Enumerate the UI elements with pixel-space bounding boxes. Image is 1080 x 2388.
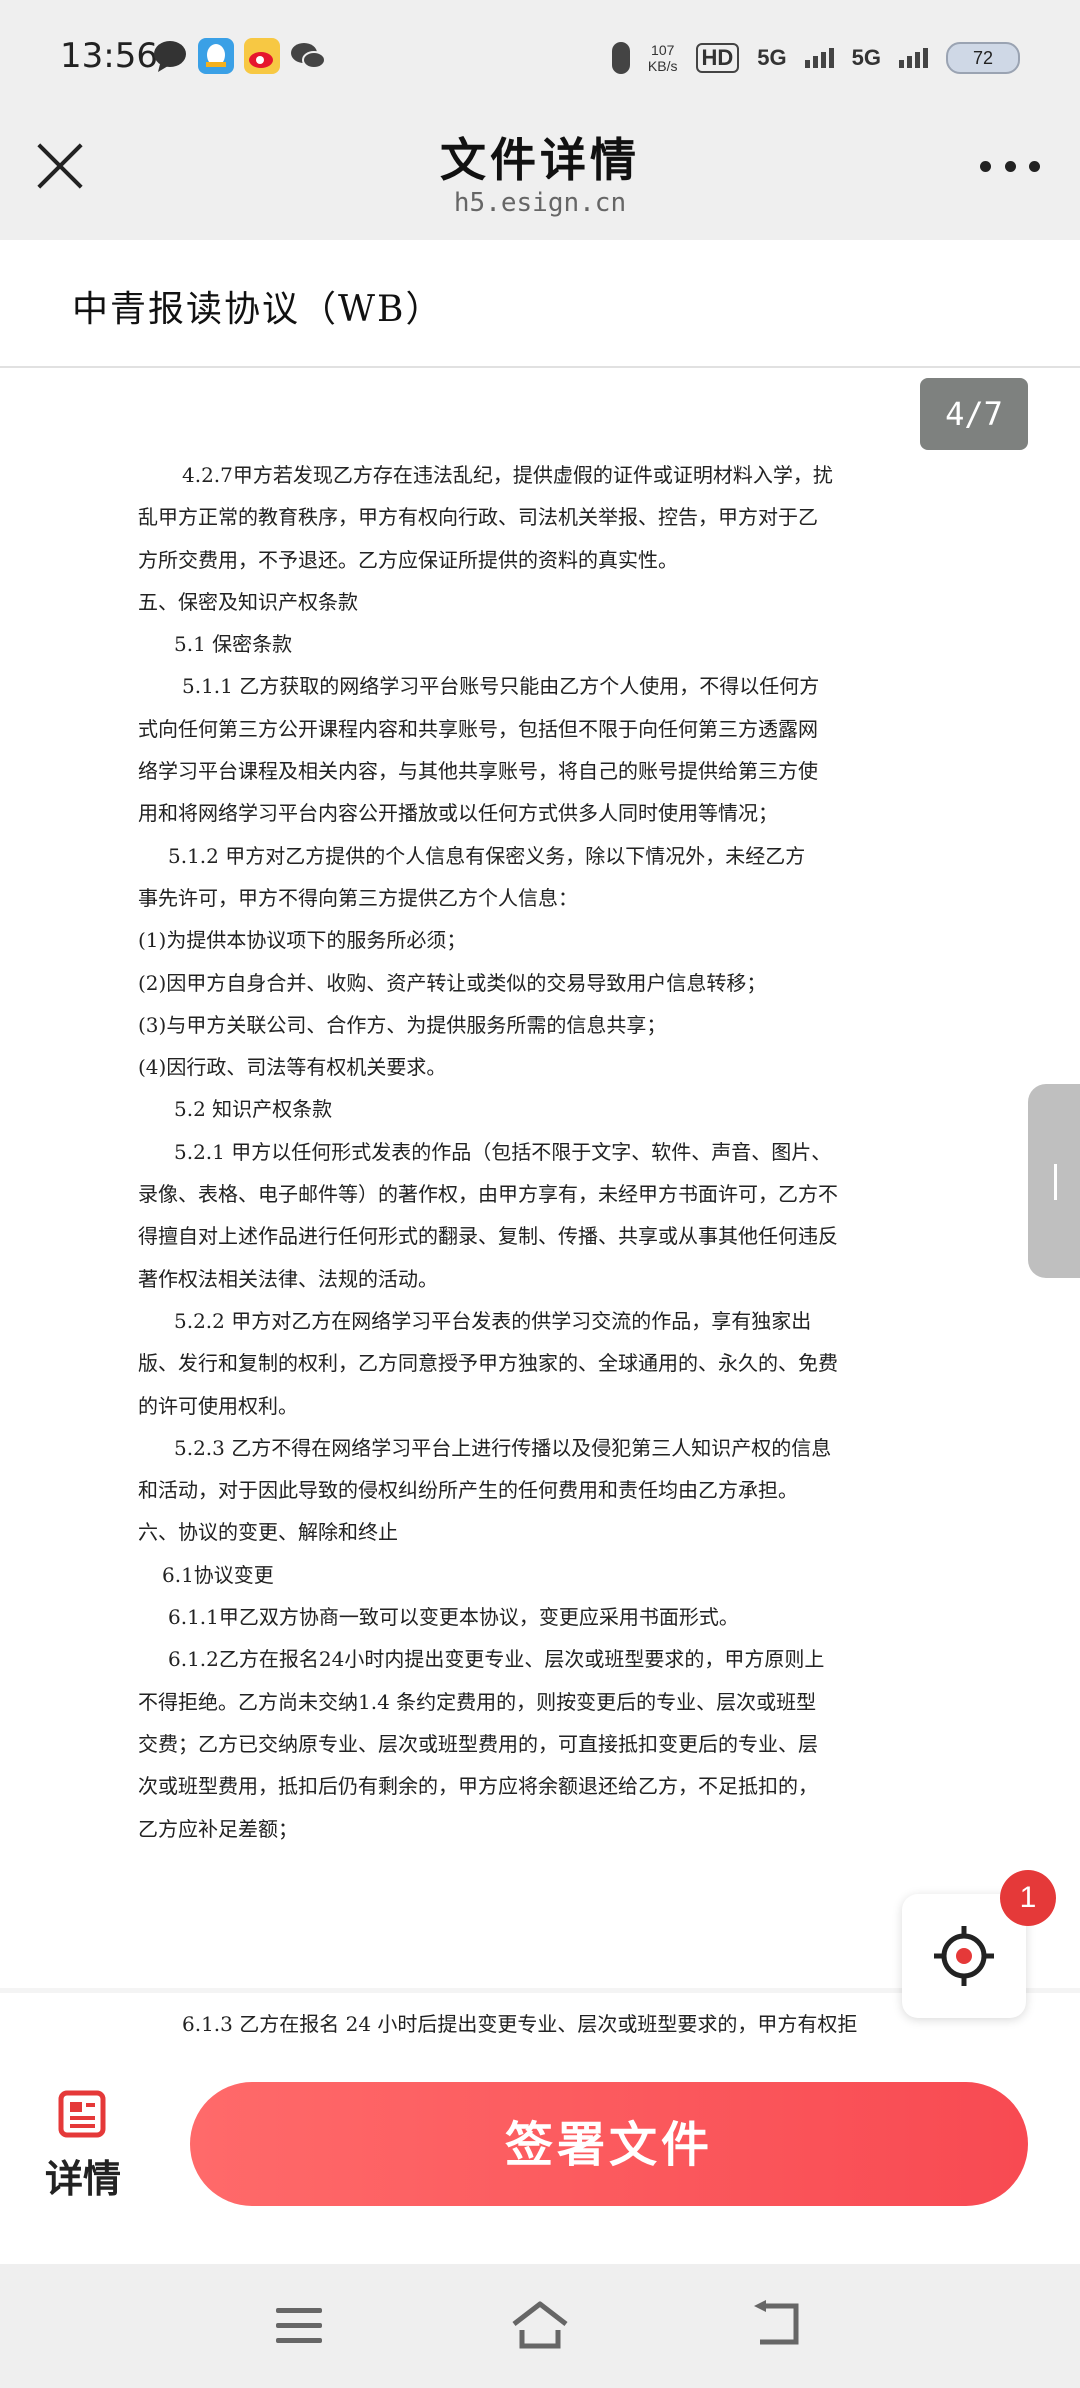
document-name: 中青报读协议（WB） bbox=[72, 289, 444, 330]
document-line: 6.1.3 乙方在报名 24 小时后提出变更专业、层次或班型要求的，甲方有权拒 bbox=[182, 2012, 858, 2036]
sim1-label: 5G bbox=[757, 45, 787, 70]
document-viewer[interactable]: 4.2.7甲方若发现乙方存在违法乱纪，提供虚假的证件或证明材料入学，扰乱甲方正常… bbox=[0, 368, 1080, 2050]
sign-document-button[interactable]: 签署文件 bbox=[190, 2082, 1028, 2206]
crosshair-icon bbox=[934, 1926, 994, 1986]
wechat-icon bbox=[288, 36, 328, 76]
document-line: 5.1.1 乙方获取的网络学习平台账号只能由乙方个人使用，不得以任何方 bbox=[182, 674, 820, 699]
action-bar: 详情 签署文件 bbox=[0, 2050, 1080, 2264]
document-line: (3)与甲方关联公司、合作方、为提供服务所需的信息共享； bbox=[138, 1012, 667, 1037]
sim2-label: 5G bbox=[851, 45, 881, 70]
document-line: 5.1.2 甲方对乙方提供的个人信息有保密义务，除以下情况外，未经乙方 bbox=[168, 843, 806, 868]
document-line: 方所交费用，不予退还。乙方应保证所提供的资料的真实性。 bbox=[138, 547, 678, 572]
network-speed-unit: KB/s bbox=[647, 58, 678, 74]
document-line: (2)因甲方自身合并、收购、资产转让或类似的交易导致用户信息转移； bbox=[138, 970, 767, 995]
menu-icon[interactable] bbox=[276, 2308, 322, 2344]
document-line: 5.2 知识产权条款 bbox=[174, 1097, 333, 1122]
document-line: 得擅自对上述作品进行任何形式的翻录、复制、传播、共享或从事其他任何违反 bbox=[138, 1224, 838, 1249]
document-line: 和活动，对于因此导致的侵权纠纷所产生的任何费用和责任均由乙方承担。 bbox=[138, 1478, 798, 1503]
document-line: 5.2.3 乙方不得在网络学习平台上进行传播以及侵犯第三人知识产权的信息 bbox=[174, 1435, 832, 1460]
document-line: 4.2.7甲方若发现乙方存在违法乱纪，提供虚假的证件或证明材料入学，扰 bbox=[182, 463, 833, 487]
document-page: 4.2.7甲方若发现乙方存在违法乱纪，提供虚假的证件或证明材料入学，扰乱甲方正常… bbox=[0, 368, 1080, 1988]
notification-badge: 1 bbox=[1000, 1870, 1056, 1926]
document-line: 不得拒绝。乙方尚未交纳1.4 条约定费用的，则按变更后的专业、层次或班型 bbox=[138, 1689, 817, 1714]
document-name-bar: 中青报读协议（WB） bbox=[0, 240, 1080, 368]
detail-button[interactable]: 详情 bbox=[38, 2090, 128, 2210]
battery-icon: 72 bbox=[946, 42, 1020, 74]
system-nav-bar bbox=[0, 2264, 1080, 2388]
qq-icon bbox=[196, 36, 236, 76]
document-line: 5.1 保密条款 bbox=[174, 632, 293, 657]
document-line: 络学习平台课程及相关内容，与其他共享账号，将自己的账号提供给第三方使 bbox=[138, 759, 818, 784]
home-icon[interactable] bbox=[510, 2298, 570, 2352]
document-line: 式向任何第三方公开课程内容和共享账号，包括但不限于向任何第三方透露网 bbox=[138, 716, 818, 741]
document-line: 乙方应补足差额； bbox=[138, 1816, 298, 1841]
document-next-text: 6.1.3 乙方在报名 24 小时后提出变更专业、层次或班型要求的，甲方有权拒 bbox=[138, 2003, 910, 2045]
page-title: 文件详情 bbox=[440, 133, 640, 187]
page-indicator: 4/7 bbox=[920, 378, 1028, 450]
document-line: 版、发行和复制的权利，乙方同意授予甲方独家的、全球通用的、永久的、免费 bbox=[138, 1351, 838, 1376]
microphone-icon bbox=[611, 42, 630, 74]
document-line: 5.2.1 甲方以任何形式发表的作品（包括不限于文字、软件、声音、图片、 bbox=[174, 1139, 832, 1164]
back-icon[interactable] bbox=[752, 2300, 806, 2350]
weibo-icon bbox=[242, 36, 282, 76]
document-line: 交费；乙方已交纳原专业、层次或班型费用的，可直接抵扣变更后的专业、层 bbox=[138, 1731, 818, 1756]
status-bar: 13:56 107 KB/s HD 5G 5G 72 bbox=[0, 0, 1080, 118]
hd-icon: HD bbox=[695, 43, 740, 73]
page-url: h5.esign.cn bbox=[453, 188, 627, 218]
status-right-group: 107 KB/s HD 5G 5G 72 bbox=[611, 34, 1020, 82]
document-line: 次或班型费用，抵扣后仍有剩余的，甲方应将余额退还给乙方，不足抵扣的， bbox=[138, 1774, 818, 1799]
document-line: 乱甲方正常的教育秩序，甲方有权向行政、司法机关举报、控告，甲方对于乙 bbox=[138, 505, 818, 530]
document-line: 著作权法相关法律、法规的活动。 bbox=[138, 1266, 438, 1291]
side-drawer-handle[interactable] bbox=[1028, 1084, 1080, 1278]
status-time: 13:56 bbox=[60, 36, 158, 76]
document-text: 4.2.7甲方若发现乙方存在违法乱纪，提供虚假的证件或证明材料入学，扰乱甲方正常… bbox=[138, 454, 910, 1850]
document-line: 六、协议的变更、解除和终止 bbox=[138, 1520, 398, 1545]
document-line: 6.1.2乙方在报名24小时内提出变更专业、层次或班型要求的，甲方原则上 bbox=[168, 1647, 825, 1672]
title-bar: 文件详情 h5.esign.cn bbox=[0, 118, 1080, 240]
document-line: 6.1.1甲乙双方协商一致可以变更本协议，变更应采用书面形式。 bbox=[168, 1605, 739, 1630]
document-line: 的许可使用权利。 bbox=[138, 1393, 298, 1418]
document-line: (4)因行政、司法等有权机关要求。 bbox=[138, 1055, 447, 1080]
document-line: 事先许可，甲方不得向第三方提供乙方个人信息： bbox=[138, 885, 578, 910]
document-line: 五、保密及知识产权条款 bbox=[138, 589, 358, 614]
network-speed-value: 107 bbox=[651, 42, 675, 58]
document-detail-icon bbox=[58, 2090, 106, 2138]
chat-bubble-icon bbox=[150, 36, 190, 76]
document-line: 5.2.2 甲方对乙方在网络学习平台发表的供学习交流的作品，享有独家出 bbox=[174, 1308, 812, 1333]
signal-icon bbox=[899, 48, 928, 68]
document-line: 6.1协议变更 bbox=[162, 1562, 274, 1587]
more-options-icon[interactable] bbox=[980, 156, 1040, 176]
document-line: 用和将网络学习平台内容公开播放或以任何方式供多人同时使用等情况； bbox=[138, 801, 778, 826]
document-line: 录像、表格、电子邮件等）的著作权，由甲方享有，未经甲方书面许可，乙方不 bbox=[138, 1182, 838, 1207]
detail-label: 详情 bbox=[44, 2159, 121, 2201]
network-speed: 107 KB/s bbox=[648, 42, 678, 74]
signal-icon bbox=[804, 48, 834, 68]
document-line: (1)为提供本协议项下的服务所必须； bbox=[138, 928, 467, 953]
